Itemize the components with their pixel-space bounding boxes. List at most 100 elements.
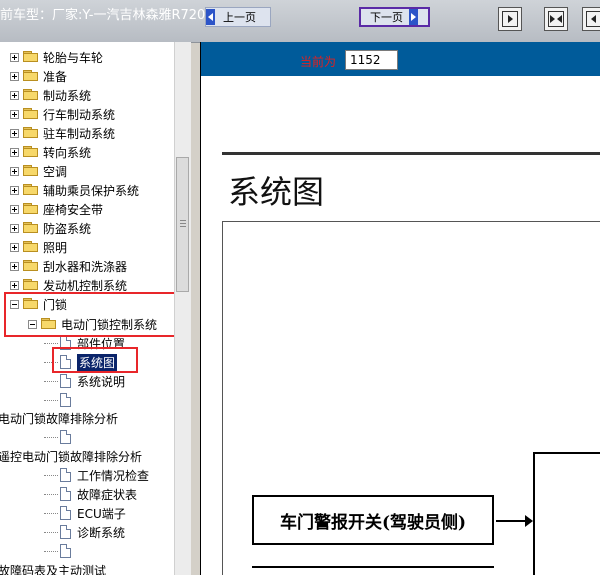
tree-item-label: 制动系统 bbox=[43, 88, 92, 103]
expand-plus-icon[interactable] bbox=[10, 223, 19, 233]
expand-plus-icon[interactable] bbox=[10, 166, 19, 176]
tree-item-brake[interactable]: 制动系统 bbox=[10, 86, 91, 104]
folder-icon bbox=[23, 279, 39, 291]
tree-item-label: 系统说明 bbox=[77, 374, 126, 389]
tree-item-label: 刮水器和洗涤器 bbox=[43, 259, 128, 274]
highlight-box-door-lock bbox=[4, 292, 182, 337]
tree-item-label: 准备 bbox=[43, 69, 68, 84]
tree-item-diagnostic-system[interactable]: 诊断系统 bbox=[44, 523, 125, 541]
folder-icon bbox=[23, 89, 39, 101]
expand-plus-icon[interactable] bbox=[10, 128, 19, 138]
tree-item-label: 座椅安全带 bbox=[43, 202, 104, 217]
page-title: 系统图 bbox=[228, 173, 325, 211]
tree-item-label: 行车制动系统 bbox=[43, 107, 116, 122]
tree-item-label: 工作情况检查 bbox=[77, 468, 150, 483]
folder-icon bbox=[23, 222, 39, 234]
tree-item-label: 诊断系统 bbox=[77, 525, 126, 540]
tree-item-wiper[interactable]: 刮水器和洗涤器 bbox=[10, 257, 127, 275]
document-icon bbox=[60, 525, 71, 539]
tree-item-door-lock-troubleshooting[interactable]: 电动门锁故障排除分析 bbox=[0, 409, 118, 427]
expand-plus-icon[interactable] bbox=[10, 280, 19, 290]
expand-plus-icon[interactable] bbox=[10, 204, 19, 214]
prev-page-button[interactable]: 上一页 bbox=[205, 7, 271, 27]
expand-plus-icon[interactable] bbox=[10, 261, 19, 271]
tree-item-service-brake[interactable]: 行车制动系统 bbox=[10, 105, 115, 123]
expand-plus-icon[interactable] bbox=[10, 242, 19, 252]
tree-item-prep[interactable]: 准备 bbox=[10, 67, 67, 85]
expand-plus-icon[interactable] bbox=[10, 109, 19, 119]
folder-icon bbox=[23, 260, 39, 272]
next-page-button[interactable]: 下一页 bbox=[359, 7, 430, 27]
expand-left-icon bbox=[586, 11, 600, 27]
expand-left-button[interactable] bbox=[582, 7, 600, 31]
tree-item-label: ECU端子 bbox=[77, 506, 126, 521]
tree-item-operation-check[interactable]: 工作情况检查 bbox=[44, 466, 149, 484]
page-nav-bar bbox=[200, 42, 600, 76]
expand-plus-icon[interactable] bbox=[10, 147, 19, 157]
tree-item-label: 转向系统 bbox=[43, 145, 92, 160]
tree-item-label: 驻车制动系统 bbox=[43, 126, 116, 141]
signal-arrow-head bbox=[525, 515, 533, 527]
document-icon bbox=[60, 487, 71, 501]
tree-item-label: 故障码表及主动测试 bbox=[0, 563, 107, 575]
tree-item-blank-2[interactable] bbox=[44, 428, 77, 446]
tree-item-label: 辅助乘员保护系统 bbox=[43, 183, 140, 198]
prev-page-label: 上一页 bbox=[223, 11, 256, 24]
tree-item-dtc-table[interactable]: 故障码表及主动测试 bbox=[0, 561, 106, 575]
current-page-input[interactable] bbox=[345, 50, 398, 70]
signal-arrow-line bbox=[496, 520, 526, 522]
tree-item-ecu-terminal[interactable]: ECU端子 bbox=[44, 504, 126, 522]
tree-item-tires[interactable]: 轮胎与车轮 bbox=[10, 48, 103, 66]
document-icon bbox=[60, 374, 71, 388]
diagram-bottom-line bbox=[252, 566, 494, 568]
tree-item-steering[interactable]: 转向系统 bbox=[10, 143, 91, 161]
tree-item-blank-1[interactable] bbox=[44, 391, 77, 409]
header-rule bbox=[222, 152, 600, 155]
tree-item-parking-brake[interactable]: 驻车制动系统 bbox=[10, 124, 115, 142]
door-warning-switch-block: 车门警报开关(驾驶员侧) bbox=[252, 495, 494, 545]
document-icon bbox=[60, 544, 71, 558]
arrow-right-icon bbox=[409, 9, 418, 25]
folder-icon bbox=[23, 241, 39, 253]
tree-item-label: 电动门锁故障排除分析 bbox=[0, 411, 119, 426]
highlight-box-system-diagram bbox=[52, 347, 138, 373]
folder-icon bbox=[23, 184, 39, 196]
collapse-center-button[interactable] bbox=[544, 7, 568, 31]
document-icon bbox=[60, 393, 71, 407]
collapse-center-icon bbox=[548, 11, 564, 27]
expand-right-button[interactable] bbox=[498, 7, 522, 31]
folder-icon bbox=[23, 203, 39, 215]
scroll-thumb[interactable] bbox=[176, 157, 189, 292]
folder-icon bbox=[23, 146, 39, 158]
ecu-block bbox=[533, 452, 600, 575]
tree-item-blank-3[interactable] bbox=[44, 542, 77, 560]
document-icon bbox=[60, 468, 71, 482]
expand-right-icon bbox=[502, 11, 518, 27]
tree-item-symptom-table[interactable]: 故障症状表 bbox=[44, 485, 137, 503]
document-icon bbox=[60, 430, 71, 444]
expand-plus-icon[interactable] bbox=[10, 185, 19, 195]
tree-item-system-description[interactable]: 系统说明 bbox=[44, 372, 125, 390]
door-warning-switch-label: 车门警报开关(驾驶员侧) bbox=[279, 512, 467, 533]
folder-icon bbox=[23, 108, 39, 120]
tree-item-antitheft[interactable]: 防盗系统 bbox=[10, 219, 91, 237]
folder-icon bbox=[23, 51, 39, 63]
tree-item-srs[interactable]: 辅助乘员保护系统 bbox=[10, 181, 139, 199]
expand-plus-icon[interactable] bbox=[10, 71, 19, 81]
top-toolbar: 前车型：厂家:Y-一汽吉林森雅R72016-2018 bbox=[0, 0, 600, 43]
expand-plus-icon[interactable] bbox=[10, 90, 19, 100]
tree-scrollbar[interactable] bbox=[174, 42, 191, 575]
tree-item-label: 发动机控制系统 bbox=[43, 278, 128, 293]
expand-plus-icon[interactable] bbox=[10, 52, 19, 62]
document-icon bbox=[60, 506, 71, 520]
tree-item-label: 轮胎与车轮 bbox=[43, 50, 104, 65]
tree-item-remote-lock-troubleshooting[interactable]: 遥控电动门锁故障排除分析 bbox=[0, 447, 142, 465]
tree-item-seatbelt[interactable]: 座椅安全带 bbox=[10, 200, 103, 218]
arrow-left-icon bbox=[206, 9, 215, 25]
tree-item-label: 遥控电动门锁故障排除分析 bbox=[0, 449, 143, 464]
folder-icon bbox=[23, 70, 39, 82]
tree-item-label: 防盗系统 bbox=[43, 221, 92, 236]
tree-item-label: 故障症状表 bbox=[77, 487, 138, 502]
tree-item-lighting[interactable]: 照明 bbox=[10, 238, 67, 256]
tree-item-ac[interactable]: 空调 bbox=[10, 162, 67, 180]
